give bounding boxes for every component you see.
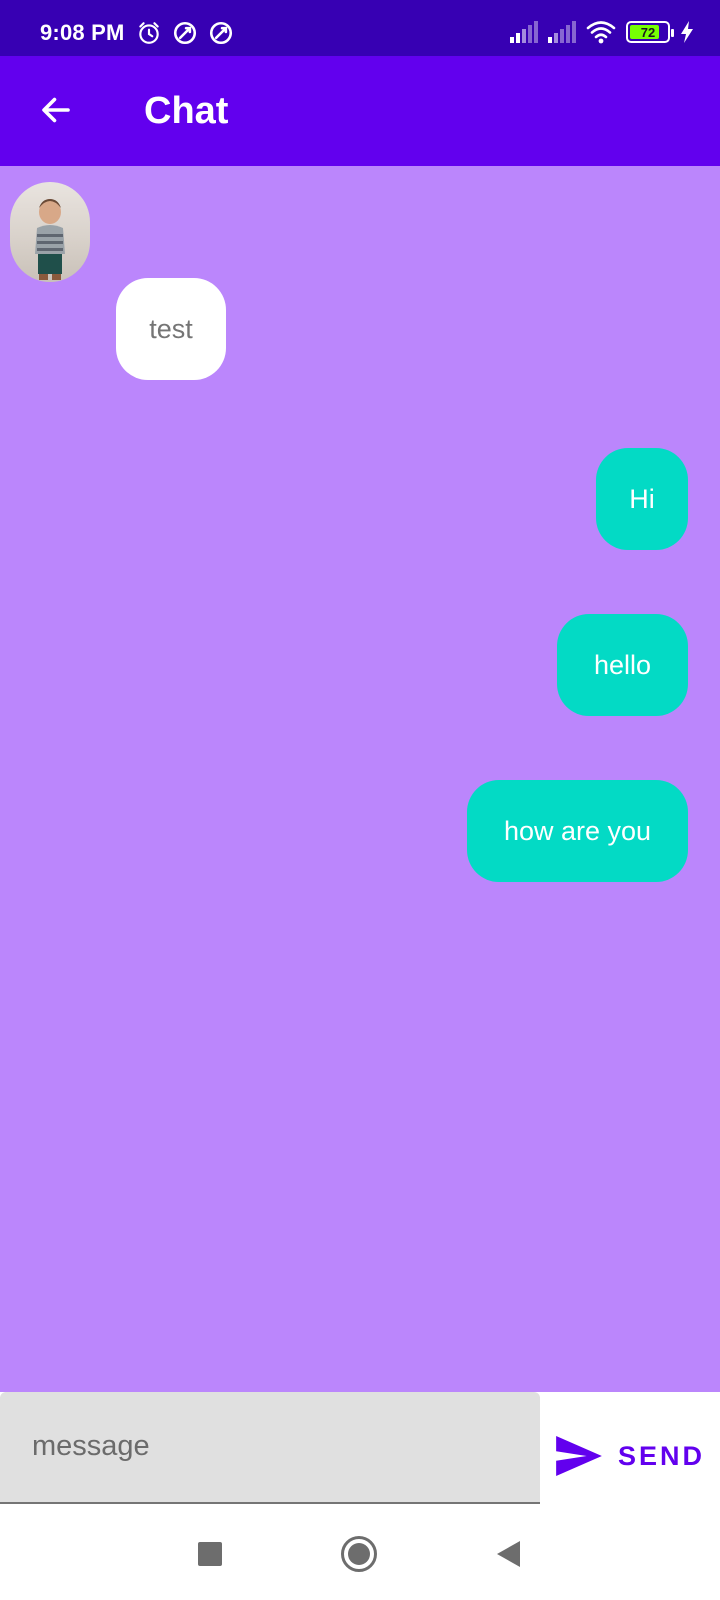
message-bubble-sent[interactable]: hello [557, 614, 688, 716]
send-icon [556, 1436, 602, 1476]
system-nav-bar [0, 1504, 720, 1600]
battery-icon: 72 [626, 21, 674, 43]
arrow-back-icon [42, 97, 70, 123]
message-text: Hi [629, 483, 655, 514]
cellular-signal-icon [548, 21, 576, 43]
battery-cap [671, 29, 674, 37]
message-field[interactable] [0, 1392, 540, 1504]
message-text: hello [593, 649, 652, 680]
status-icons-left [136, 20, 234, 46]
message-bubble-received[interactable]: test [116, 278, 226, 380]
status-bar: 9:08 PM 72 [0, 0, 720, 56]
message-composer: SEND [0, 1392, 720, 1504]
wifi-icon [586, 21, 616, 44]
send-button[interactable]: SEND [556, 1428, 705, 1484]
home-circle-icon [341, 1536, 377, 1572]
message-text: how are you [503, 815, 652, 846]
charging-bolt-icon [681, 21, 693, 43]
back-button[interactable] [28, 82, 84, 138]
page-title: Chat [144, 90, 229, 132]
contact-avatar-image [35, 199, 65, 280]
alarm-icon [139, 22, 159, 44]
message-text: test [149, 313, 193, 344]
send-label: SEND [618, 1440, 706, 1471]
status-icons-right: 72 [510, 20, 694, 44]
message-bubble-sent[interactable]: how are you [467, 780, 688, 882]
recents-square-icon [198, 1542, 222, 1566]
status-time: 9:08 PM [40, 20, 125, 45]
back-nav-button[interactable] [486, 1532, 530, 1576]
chat-message-list[interactable]: test Hi hello how are you [0, 166, 720, 1392]
sync-icon [173, 21, 197, 45]
avatar[interactable] [10, 182, 90, 282]
back-triangle-icon [497, 1541, 520, 1567]
home-button[interactable] [337, 1532, 381, 1576]
message-input[interactable] [32, 1418, 522, 1474]
sync-icon [209, 21, 233, 45]
recents-button[interactable] [188, 1532, 232, 1576]
message-bubble-sent[interactable]: Hi [596, 448, 688, 550]
cellular-signal-icon [510, 21, 538, 43]
battery-level: 72 [640, 24, 656, 40]
app-bar: Chat [0, 56, 720, 166]
